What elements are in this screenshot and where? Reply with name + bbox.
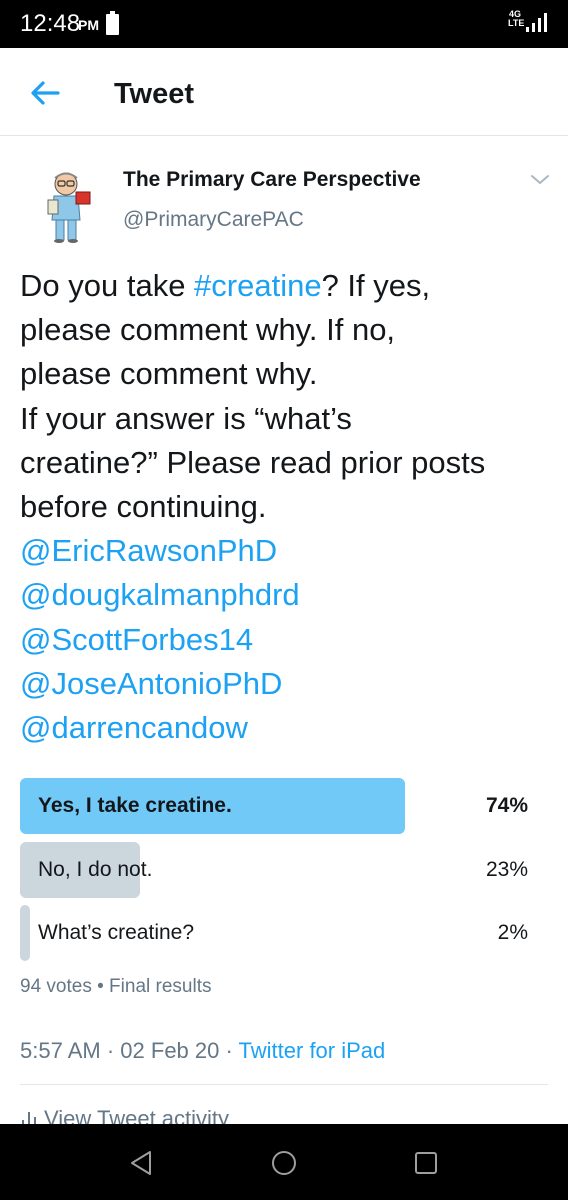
tweet-text-segment: Do you take — [20, 268, 195, 303]
battery-icon — [106, 11, 119, 35]
poll-meta: 94 votes • Final results — [20, 976, 211, 998]
tweet-text-line: Do you take #creatine? If yes, — [20, 264, 560, 308]
status-time: 12:48 — [20, 10, 81, 37]
poll-option-label: No, I do not. — [38, 858, 153, 881]
app-header: Tweet — [0, 48, 568, 136]
poll-bar — [20, 905, 30, 961]
network-type-bottom: LTE — [508, 18, 525, 28]
tweet-source-link[interactable]: Twitter for iPad — [239, 1038, 386, 1063]
status-ampm: PM — [78, 17, 99, 33]
poll-option[interactable]: What’s creatine? 2% — [20, 905, 540, 961]
tweet-timestamp: 5:57 AM · 02 Feb 20 · Twitter for iPad — [20, 1038, 385, 1064]
mention-link[interactable]: @dougkalmanphdrd — [20, 577, 300, 612]
tweet-time: 5:57 AM — [20, 1038, 101, 1063]
tweet-text-segment: ? If yes, — [321, 268, 431, 303]
poll-option-label: Yes, I take creatine. — [38, 794, 232, 817]
poll-status: Final results — [109, 976, 212, 997]
timestamp-separator: · — [106, 1038, 115, 1063]
tweet-text-segment: please comment why. — [20, 356, 318, 392]
nav-back-icon[interactable] — [126, 1148, 156, 1178]
mention-link[interactable]: @JoseAntonioPhD — [20, 666, 282, 701]
chevron-down-icon[interactable] — [528, 170, 552, 190]
arrow-left-icon[interactable] — [28, 76, 62, 110]
nav-recents-icon[interactable] — [411, 1148, 441, 1178]
poll-option-label: What’s creatine? — [38, 921, 195, 944]
network-type: 4G LTE — [508, 10, 525, 28]
hashtag-link[interactable]: #creatine — [194, 268, 322, 303]
poll-option[interactable]: Yes, I take creatine. 74% — [20, 778, 540, 834]
poll-option-percent: 2% — [497, 921, 528, 944]
tweet-text-line: @darrencandow — [20, 706, 560, 750]
tweet-date: 02 Feb 20 — [120, 1038, 220, 1063]
tweet-text-line: @EricRawsonPhD — [20, 529, 560, 573]
avatar[interactable] — [40, 168, 96, 244]
tweet-text-segment: creatine?” Please read prior posts — [20, 444, 486, 480]
tweet-text-line: please comment why. — [20, 352, 560, 396]
poll-option-percent: 23% — [485, 858, 528, 881]
poll-separator: • — [97, 976, 104, 997]
system-nav-bar — [0, 1124, 568, 1200]
tweet-text-segment: before continuing. — [20, 489, 267, 525]
tweet-text-segment: If your answer is “what’s — [20, 400, 352, 436]
tweet-text-line: @ScottForbes14 — [20, 618, 560, 662]
tweet-text-line: @dougkalmanphdrd — [20, 573, 560, 617]
tweet-text-line: If your answer is “what’s — [20, 397, 560, 441]
tweet-text: Do you take #creatine? If yes, please com… — [20, 264, 560, 750]
tweet-text-line: before continuing. — [20, 485, 560, 529]
divider — [20, 1084, 548, 1085]
tweet-text-line: @JoseAntonioPhD — [20, 662, 560, 706]
poll-option[interactable]: No, I do not. 23% — [20, 842, 540, 898]
tweet-text-line: creatine?” Please read prior posts — [20, 441, 560, 485]
tweet-text-segment: please comment why. If no, — [20, 312, 396, 348]
timestamp-separator: · — [225, 1038, 233, 1063]
author-handle[interactable]: @PrimaryCarePAC — [123, 208, 304, 232]
nav-home-icon[interactable] — [269, 1148, 299, 1178]
poll-votes: 94 votes — [20, 976, 92, 997]
page-title: Tweet — [114, 78, 195, 110]
mention-link[interactable]: @darrencandow — [20, 710, 248, 745]
mention-link[interactable]: @ScottForbes14 — [20, 622, 253, 657]
author-name[interactable]: The Primary Care Perspective — [123, 168, 421, 192]
status-bar: 12:48 PM 4G LTE — [0, 0, 568, 48]
mention-link[interactable]: @EricRawsonPhD — [20, 533, 277, 568]
tweet-text-line: please comment why. If no, — [20, 308, 560, 352]
poll-option-percent: 74% — [485, 794, 528, 817]
signal-icon — [526, 13, 547, 32]
